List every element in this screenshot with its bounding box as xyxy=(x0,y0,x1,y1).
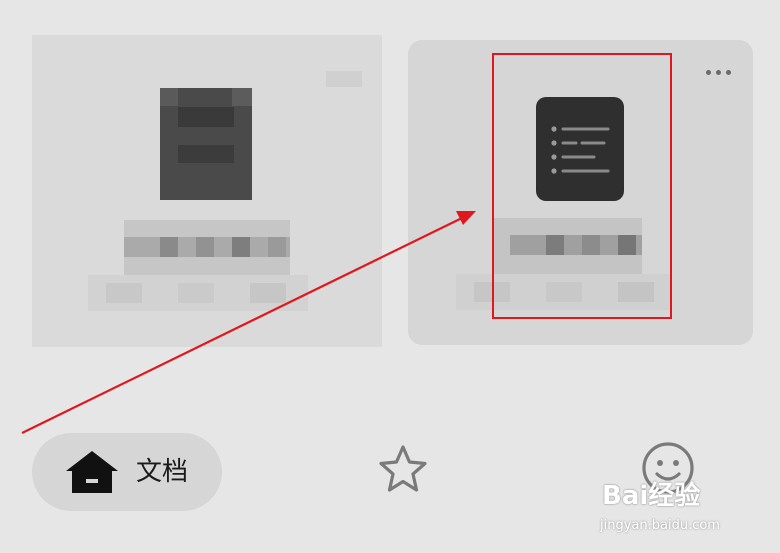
nav-docs-tab[interactable]: 文档 xyxy=(32,433,222,511)
mosaic-block xyxy=(232,237,250,257)
mosaic-block xyxy=(178,283,214,303)
mosaic-block xyxy=(178,145,234,163)
mosaic-block xyxy=(268,237,286,257)
nav-docs-label: 文档 xyxy=(136,457,189,487)
star-icon[interactable] xyxy=(376,444,430,494)
mosaic-block xyxy=(160,237,178,257)
mosaic-block xyxy=(196,237,214,257)
highlight-box xyxy=(492,53,672,319)
mosaic-block xyxy=(232,88,252,106)
mosaic-block xyxy=(326,71,362,87)
more-icon[interactable] xyxy=(706,70,731,75)
watermark-brand: Bai经验 xyxy=(602,481,701,511)
mosaic-block xyxy=(178,107,234,127)
doc-card-left[interactable] xyxy=(32,35,382,347)
watermark-url: jingyan.baidu.com xyxy=(600,518,720,533)
home-icon xyxy=(66,451,118,493)
mosaic-block xyxy=(160,88,178,106)
mosaic-block xyxy=(250,283,286,303)
mosaic-block xyxy=(106,283,142,303)
